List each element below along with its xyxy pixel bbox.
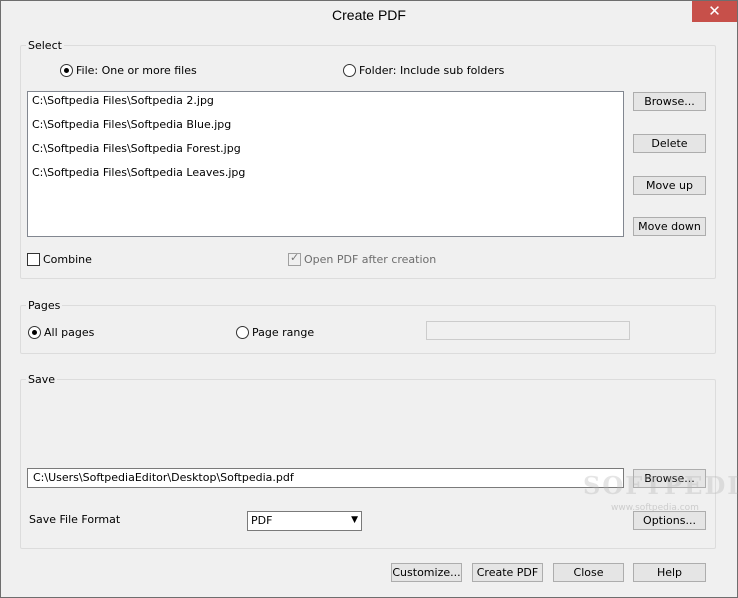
- open-after-checkbox: Open PDF after creation: [288, 251, 437, 266]
- help-button[interactable]: Help: [633, 563, 706, 582]
- create-pdf-dialog: Create PDF ✕ Select File: One or more fi…: [0, 0, 738, 598]
- combine-label: Combine: [43, 253, 92, 266]
- file-list[interactable]: C:\Softpedia Files\Softpedia 2.jpg C:\So…: [27, 91, 624, 237]
- create-pdf-button[interactable]: Create PDF: [472, 563, 543, 582]
- radio-all-pages-indicator[interactable]: [28, 326, 41, 339]
- list-item[interactable]: C:\Softpedia Files\Softpedia Forest.jpg: [28, 140, 623, 164]
- radio-all-pages[interactable]: All pages: [28, 326, 94, 339]
- radio-files-indicator[interactable]: [60, 64, 73, 77]
- move-up-button[interactable]: Move up: [633, 176, 706, 195]
- close-button[interactable]: Close: [553, 563, 624, 582]
- pages-group-label: Pages: [26, 299, 63, 312]
- list-item[interactable]: C:\Softpedia Files\Softpedia Leaves.jpg: [28, 164, 623, 188]
- browse-files-button[interactable]: Browse...: [633, 92, 706, 111]
- radio-files[interactable]: File: One or more files: [60, 64, 197, 77]
- radio-folder-label: Folder: Include sub folders: [359, 64, 505, 77]
- window-title: Create PDF: [332, 7, 406, 23]
- radio-files-label: File: One or more files: [76, 64, 197, 77]
- customize-button[interactable]: Customize...: [391, 563, 462, 582]
- radio-page-range-indicator[interactable]: [236, 326, 249, 339]
- move-down-button[interactable]: Move down: [633, 217, 706, 236]
- combine-checkbox[interactable]: Combine: [27, 253, 92, 266]
- watermark-url: www.softpedia.com: [611, 503, 699, 513]
- save-format-select[interactable]: PDF ▼: [247, 511, 362, 531]
- list-item[interactable]: C:\Softpedia Files\Softpedia 2.jpg: [28, 92, 623, 116]
- close-window-button[interactable]: ✕: [692, 1, 737, 22]
- options-button[interactable]: Options...: [633, 511, 706, 530]
- page-range-input[interactable]: [426, 321, 630, 340]
- radio-page-range-label: Page range: [252, 326, 315, 339]
- save-format-value: PDF: [251, 514, 273, 527]
- open-after-checkbox-box: [288, 251, 301, 266]
- save-format-label: Save File Format: [29, 513, 121, 526]
- open-after-label: Open PDF after creation: [304, 253, 437, 266]
- combine-checkbox-box[interactable]: [27, 253, 40, 266]
- save-group: [20, 379, 716, 549]
- radio-page-range[interactable]: Page range: [236, 326, 314, 339]
- watermark-logo: SOFTPEDIA: [583, 471, 738, 500]
- radio-all-pages-label: All pages: [44, 326, 95, 339]
- radio-folder[interactable]: Folder: Include sub folders: [343, 64, 504, 77]
- delete-button[interactable]: Delete: [633, 134, 706, 153]
- title-bar: Create PDF ✕: [1, 1, 737, 32]
- save-path-input[interactable]: C:\Users\SoftpediaEditor\Desktop\Softped…: [27, 468, 624, 488]
- save-group-label: Save: [26, 373, 58, 386]
- select-group-label: Select: [26, 39, 64, 52]
- radio-folder-indicator[interactable]: [343, 64, 356, 77]
- list-item[interactable]: C:\Softpedia Files\Softpedia Blue.jpg: [28, 116, 623, 140]
- chevron-down-icon: ▼: [351, 515, 358, 525]
